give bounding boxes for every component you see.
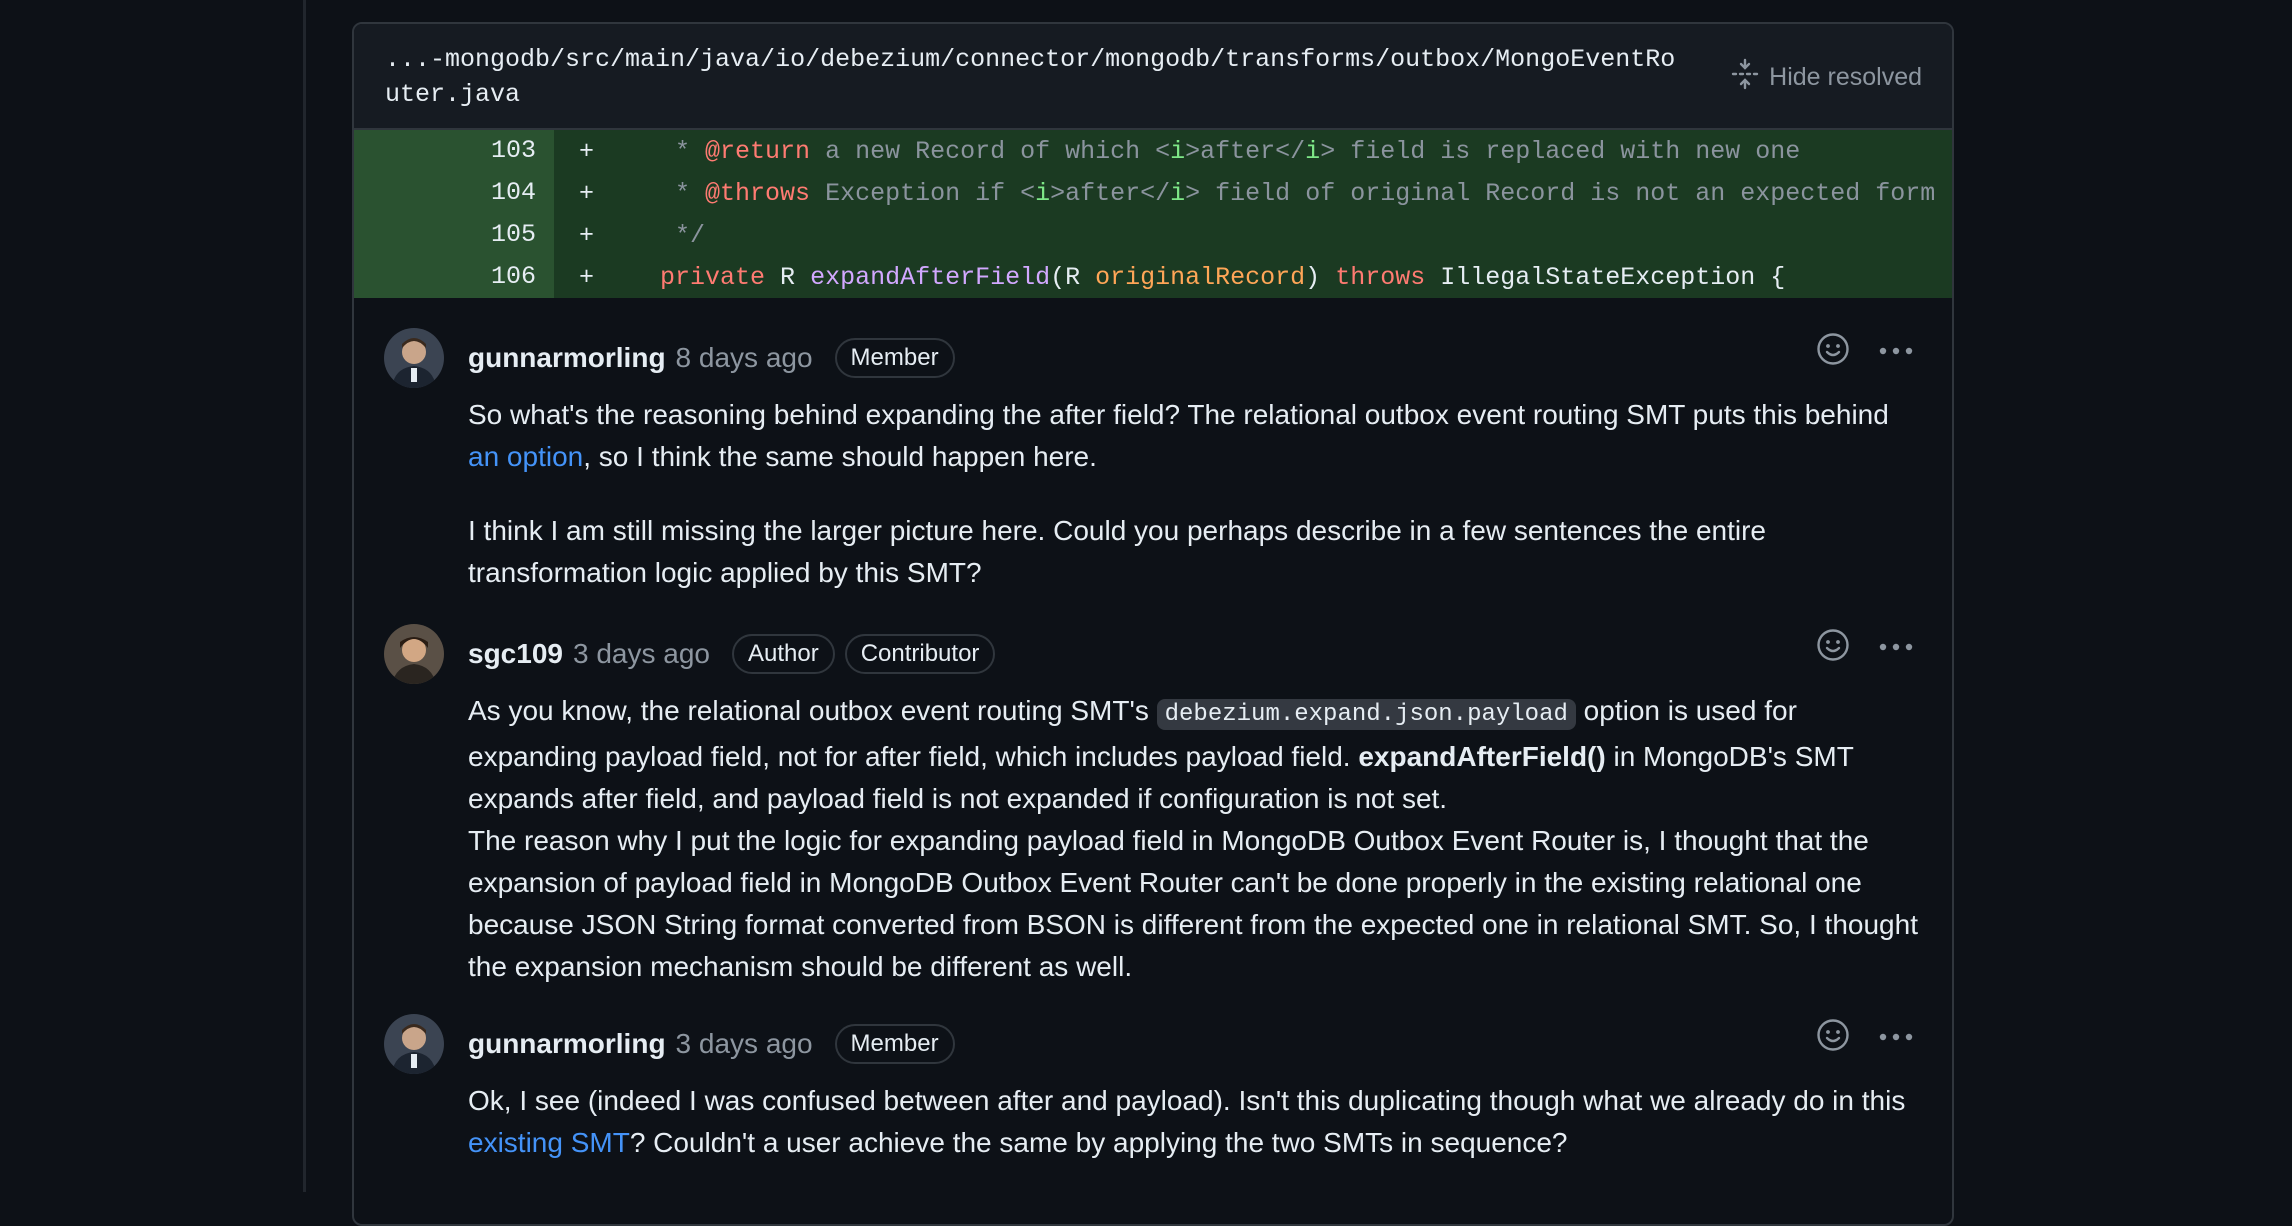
avatar[interactable] [384,624,444,684]
file-path[interactable]: ...-mongodb/src/main/java/io/debezium/co… [385,42,1685,112]
code-line: */ [600,220,706,250]
unfold-icon [1731,58,1759,97]
timestamp[interactable]: 3 days ago [573,638,710,670]
avatar[interactable] [384,328,444,388]
existing-smt-link[interactable]: existing SMT [468,1127,630,1158]
kebab-horizontal-icon[interactable] [1878,639,1914,657]
author-link[interactable]: gunnarmorling [468,342,666,374]
review-thread-card: ...-mongodb/src/main/java/io/debezium/co… [352,22,1954,1226]
diff-line: 106 + private R expandAfterField(R origi… [354,256,1952,298]
timestamp[interactable]: 8 days ago [676,342,813,374]
hide-resolved-button[interactable]: Hide resolved [1731,58,1922,97]
contributor-badge: Contributor [844,634,996,674]
comment-actions [1816,332,1914,371]
diff-sign: + [578,220,594,250]
avatar[interactable] [384,1014,444,1074]
line-number[interactable]: 104 [354,172,554,214]
comment-header: gunnarmorling 3 days ago Member [468,1024,955,1064]
author-badge: Author [731,634,835,674]
line-number[interactable]: 103 [354,130,554,172]
diff-sign: + [578,136,594,166]
smiley-icon[interactable] [1816,332,1850,371]
hide-resolved-label: Hide resolved [1769,63,1922,91]
inline-code: debezium.expand.json.payload [1156,699,1576,730]
an-option-link[interactable]: an option [468,441,583,472]
timeline-line [303,0,306,1192]
file-header: ...-mongodb/src/main/java/io/debezium/co… [354,24,1952,130]
code-line: private R expandAfterField(R originalRec… [660,262,1786,292]
smiley-icon[interactable] [1816,628,1850,667]
comment-body: As you know, the relational outbox event… [468,690,1918,988]
author-link[interactable]: sgc109 [468,638,563,670]
line-number[interactable]: 105 [354,214,554,256]
comment-actions [1816,628,1914,667]
kebab-horizontal-icon[interactable] [1878,1029,1914,1047]
member-badge: Member [834,338,955,378]
code-line: * @throws Exception if <i>after</i> fiel… [600,178,1936,208]
kebab-horizontal-icon[interactable] [1878,343,1914,361]
comment-paragraph: I think I am still missing the larger pi… [468,515,1766,588]
diff-sign: + [578,262,594,292]
comment-body: So what's the reasoning behind expanding… [468,394,1918,594]
comment-header: gunnarmorling 8 days ago Member [468,338,955,378]
comment-actions [1816,1018,1914,1057]
line-number[interactable]: 106 [354,256,554,298]
code-line: * @return a new Record of which <i>after… [600,136,1801,166]
comment-body: Ok, I see (indeed I was confused between… [468,1085,1906,1158]
smiley-icon[interactable] [1816,1018,1850,1057]
diff-sign: + [578,178,594,208]
diff-hunk: 103 + * @return a new Record of which <i… [354,130,1952,298]
diff-line: 103 + * @return a new Record of which <i… [354,130,1952,172]
author-link[interactable]: gunnarmorling [468,1028,666,1060]
diff-line: 105 + */ [354,214,1952,256]
diff-line: 104 + * @throws Exception if <i>after</i… [354,172,1952,214]
comment-paragraph: The reason why I put the logic for expan… [468,825,1918,982]
timestamp[interactable]: 3 days ago [676,1028,813,1060]
member-badge: Member [834,1024,955,1064]
comment-header: sgc109 3 days ago Author Contributor [468,634,996,674]
